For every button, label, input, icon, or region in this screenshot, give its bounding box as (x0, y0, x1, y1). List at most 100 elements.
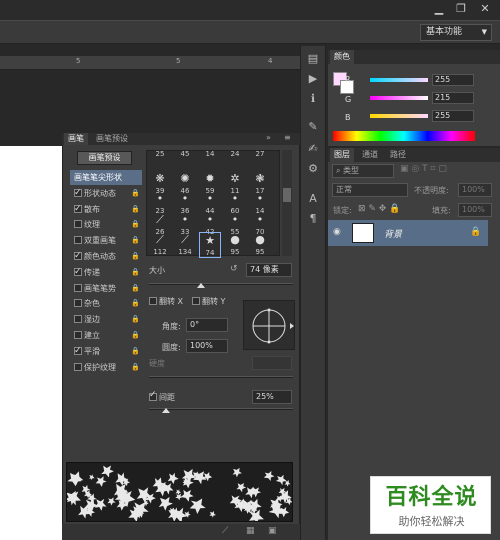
opacity-field[interactable]: 100% (458, 183, 492, 197)
brush-option-item[interactable]: 传递 🔒 (70, 265, 142, 280)
brush-option-item[interactable]: 双重画笔 🔒 (70, 233, 142, 248)
b-slider[interactable] (370, 114, 428, 118)
brush-tip[interactable]: ● 95 (249, 232, 271, 258)
collapse-icon[interactable]: » (266, 133, 271, 142)
checkbox-icon[interactable] (74, 220, 82, 229)
blend-mode-select[interactable]: 正常 (332, 183, 408, 197)
g-slider[interactable] (370, 96, 428, 100)
option-brush-tip-shape[interactable]: 画笔笔尖形状 (70, 170, 142, 185)
spacing-label: 间距 (159, 393, 175, 402)
brush-option-item[interactable]: 平滑 🔒 (70, 344, 142, 359)
workspace-switcher[interactable]: 基本功能 ▼ (420, 24, 492, 41)
new-preset-icon[interactable]: ▣ (268, 526, 277, 536)
fill-field[interactable]: 100% (458, 203, 492, 217)
clone-source-icon[interactable]: ⚙ (303, 160, 323, 178)
history-icon[interactable]: ▤ (303, 50, 323, 68)
brush-icon[interactable]: ✍ (303, 140, 323, 158)
brush-option-item[interactable]: 散布 🔒 (70, 202, 142, 217)
checkbox-icon[interactable] (74, 283, 82, 292)
reset-icon[interactable]: ↺ (230, 264, 238, 274)
toggle-preview-icon[interactable]: ⟋ (222, 526, 228, 536)
brush-option-item[interactable]: 湿边 🔒 (70, 312, 142, 327)
lock-icon[interactable]: 🔒 (131, 328, 140, 343)
lock-icon[interactable]: 🔒 (131, 312, 140, 327)
checkbox-icon[interactable] (74, 344, 82, 359)
minimize-button[interactable]: ▁ (428, 0, 450, 18)
checkbox-icon[interactable] (74, 249, 82, 264)
r-slider[interactable] (370, 78, 428, 82)
checkbox-icon[interactable] (74, 236, 82, 245)
grid-icon[interactable]: ▦ (246, 526, 255, 536)
tab-channels[interactable]: 通道 (358, 148, 382, 162)
lock-icon[interactable]: 🔒 (131, 249, 140, 264)
tip-grid-scrollbar[interactable] (282, 150, 292, 256)
lock-icon[interactable]: 🔒 (131, 233, 140, 248)
lock-icon[interactable]: 🔒 (131, 344, 140, 359)
tab-color[interactable]: 颜色 (330, 50, 354, 64)
play-icon[interactable]: ▶ (303, 70, 323, 88)
lock-icon[interactable]: 🔒 (131, 217, 140, 232)
lock-icon[interactable]: 🔒 (131, 265, 140, 280)
size-field[interactable]: 74 像素 (246, 263, 292, 277)
eye-icon[interactable]: ◉ (333, 227, 341, 237)
brush-tip[interactable]: ● 95 (224, 232, 246, 258)
brush-tip[interactable]: ⟋ 112 (149, 232, 171, 258)
brush-option-item[interactable]: 保护纹理 🔒 (70, 360, 142, 375)
brush-preset-icon[interactable]: ✎ (303, 118, 323, 136)
tab-paths[interactable]: 路径 (386, 148, 410, 162)
slider-label-r: R (345, 75, 351, 84)
brush-tip[interactable]: ★ 74 (199, 232, 221, 258)
r-value-field[interactable]: 255 (432, 74, 474, 86)
checkbox-icon[interactable] (74, 299, 82, 308)
tab-brush-presets[interactable]: 画笔预设 (92, 133, 132, 145)
checkbox-icon[interactable] (74, 315, 82, 324)
flip-x-checkbox[interactable]: 翻转 X (149, 296, 183, 307)
roundness-field[interactable]: 100% (186, 339, 228, 353)
brush-option-item[interactable]: 画笔笔势 🔒 (70, 281, 142, 296)
size-slider[interactable] (149, 283, 293, 285)
angle-roundness-widget[interactable] (243, 300, 295, 350)
scroll-thumb[interactable] (283, 188, 291, 202)
brush-option-item[interactable]: 纹理 🔒 (70, 217, 142, 232)
lock-icons[interactable]: ⊠ ✎ ✥ 🔒 (358, 204, 400, 214)
checkbox-icon[interactable] (74, 265, 82, 280)
brush-option-item[interactable]: 杂色 🔒 (70, 296, 142, 311)
spacing-field[interactable]: 25% (252, 390, 292, 404)
spacing-slider-knob[interactable] (162, 408, 170, 413)
checkbox-icon[interactable] (74, 202, 82, 217)
lock-icon[interactable]: 🔒 (131, 360, 140, 375)
lock-icon[interactable]: 🔒 (131, 281, 140, 296)
brush-option-item[interactable]: 建立 🔒 (70, 328, 142, 343)
character-icon[interactable]: A (303, 190, 323, 208)
spacing-slider[interactable] (149, 408, 293, 410)
restore-button[interactable]: ❐ (450, 0, 472, 18)
panel-menu-icon[interactable]: ≡ (284, 133, 291, 142)
info-icon[interactable]: ℹ (303, 90, 323, 108)
brush-option-item[interactable]: 形状动态 🔒 (70, 186, 142, 201)
brush-option-item[interactable]: 颜色动态 🔒 (70, 249, 142, 264)
document-canvas[interactable] (0, 146, 66, 540)
b-value-field[interactable]: 255 (432, 110, 474, 122)
angle-field[interactable]: 0° (186, 318, 228, 332)
lock-icon[interactable]: 🔒 (131, 296, 140, 311)
layer-filter-icons[interactable]: ▣ ◎ T ⌗ ▢ (400, 164, 492, 178)
brush-presets-button[interactable]: 画笔预设 (77, 151, 132, 165)
tab-layers[interactable]: 图层 (330, 148, 354, 162)
lock-icon[interactable]: 🔒 (131, 202, 140, 217)
checkbox-icon[interactable] (74, 186, 82, 201)
layer-row[interactable]: ◉ 背景 🔒 (328, 220, 488, 246)
checkbox-icon[interactable] (74, 362, 82, 371)
flip-y-checkbox[interactable]: 翻转 Y (192, 296, 225, 307)
g-value-field[interactable]: 215 (432, 92, 474, 104)
spacing-checkbox[interactable]: 间距 (149, 390, 175, 403)
size-slider-knob[interactable] (197, 283, 205, 288)
lock-icon[interactable]: 🔒 (131, 186, 140, 201)
tab-brush[interactable]: 画笔 (64, 133, 88, 145)
layer-kind-filter[interactable]: ⌕ 类型 (332, 164, 394, 178)
close-button[interactable]: ✕ (474, 0, 496, 18)
brush-tip[interactable]: ⟋ 134 (174, 232, 196, 258)
paragraph-icon[interactable]: ¶ (303, 210, 323, 228)
checkbox-icon[interactable] (74, 331, 82, 339)
brush-tip-icon: ❃ (255, 171, 265, 185)
color-spectrum[interactable] (333, 131, 475, 141)
